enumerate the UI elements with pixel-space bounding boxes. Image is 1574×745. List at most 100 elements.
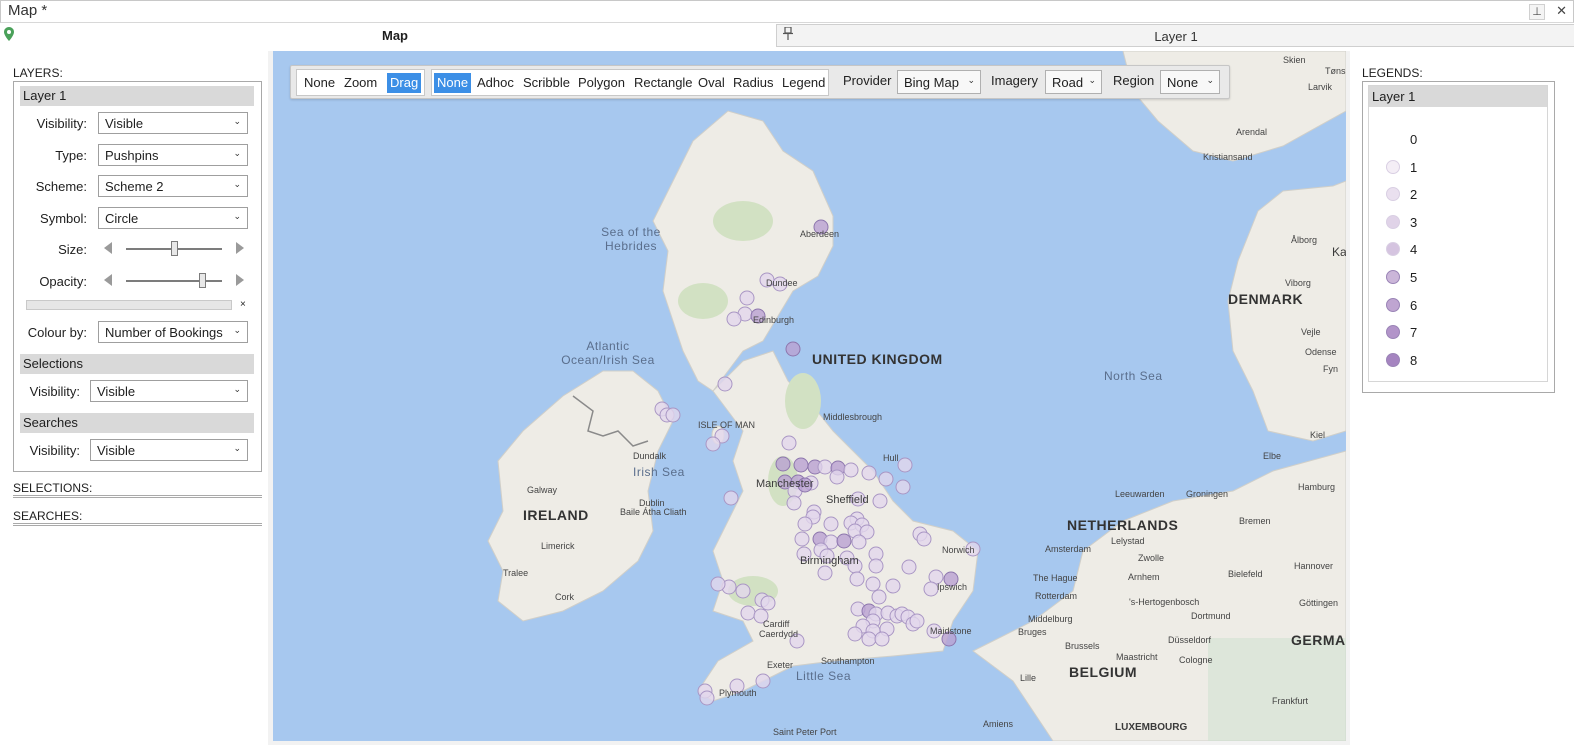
opacity-slider[interactable] bbox=[104, 273, 244, 289]
draw-radius-button[interactable]: Radius bbox=[730, 73, 776, 93]
pushpin-marker[interactable] bbox=[775, 456, 791, 472]
slider-right-arrow-icon[interactable] bbox=[236, 242, 244, 254]
imagery-dropdown[interactable]: Road ⌄ bbox=[1045, 70, 1102, 94]
pushpin-marker[interactable] bbox=[817, 565, 833, 581]
layer-header[interactable]: Layer 1 bbox=[20, 86, 254, 106]
pushpin-marker[interactable] bbox=[871, 589, 887, 605]
pushpin-marker[interactable] bbox=[797, 516, 813, 532]
colour-by-dropdown[interactable]: Number of Bookings ⌄ bbox=[98, 321, 248, 343]
region-dropdown[interactable]: None ⌄ bbox=[1160, 70, 1220, 94]
pushpin-marker[interactable] bbox=[739, 290, 755, 306]
pushpin-marker[interactable] bbox=[726, 311, 742, 327]
layer-symbol-value: Circle bbox=[105, 211, 139, 226]
pushpin-marker[interactable] bbox=[705, 436, 721, 452]
pushpin-marker[interactable] bbox=[781, 435, 797, 451]
selections-visibility-value: Visible bbox=[97, 384, 136, 399]
draw-none-button[interactable]: None bbox=[434, 73, 472, 93]
slider-left-arrow-icon[interactable] bbox=[104, 274, 112, 286]
draw-legend-button[interactable]: Legend bbox=[779, 73, 828, 93]
map-label-the-hague: The Hague bbox=[1033, 573, 1078, 583]
slider-thumb[interactable] bbox=[198, 273, 206, 288]
pushpin-marker[interactable] bbox=[829, 469, 845, 485]
draw-rectangle-button[interactable]: Rectangle bbox=[631, 73, 696, 93]
pushpin-marker[interactable] bbox=[699, 690, 715, 706]
draw-adhoc-button[interactable]: Adhoc bbox=[474, 73, 517, 93]
pushpin-marker[interactable] bbox=[909, 613, 925, 629]
pushpin-marker[interactable] bbox=[823, 516, 839, 532]
legend-item-value: 3 bbox=[1410, 214, 1418, 230]
slider-left-arrow-icon[interactable] bbox=[104, 242, 112, 254]
nav-none-button[interactable]: None bbox=[301, 73, 338, 93]
pushpin-marker[interactable] bbox=[861, 631, 877, 647]
clear-range-button[interactable]: × bbox=[240, 299, 246, 310]
map-label-north-sea: North Sea bbox=[1104, 369, 1163, 383]
pushpin-marker[interactable] bbox=[786, 495, 802, 511]
pushpin-marker[interactable] bbox=[878, 471, 894, 487]
pushpin-marker[interactable] bbox=[710, 576, 726, 592]
pushpin-marker[interactable] bbox=[665, 407, 681, 423]
tab-layer-1[interactable]: Layer 1 bbox=[776, 24, 1574, 47]
legend-item: 5 bbox=[1383, 268, 1483, 288]
layer-symbol-dropdown[interactable]: Circle ⌄ bbox=[98, 207, 248, 229]
close-window-icon[interactable]: ✕ bbox=[1556, 3, 1567, 19]
chevron-down-icon: ⌄ bbox=[233, 384, 241, 394]
searches-group-header[interactable]: Searches bbox=[20, 413, 254, 433]
pushpin-marker[interactable] bbox=[735, 583, 751, 599]
draw-oval-button[interactable]: Oval bbox=[695, 73, 728, 93]
pushpin-marker[interactable] bbox=[872, 493, 888, 509]
legend-item-value: 2 bbox=[1410, 187, 1418, 203]
legend-item-value: 1 bbox=[1410, 159, 1418, 175]
pushpin-marker[interactable] bbox=[849, 571, 865, 587]
pushpin-marker[interactable] bbox=[836, 533, 852, 549]
selections-visibility-dropdown[interactable]: Visible ⌄ bbox=[90, 380, 248, 402]
size-slider[interactable] bbox=[104, 241, 244, 257]
legends-panel: Layer 1 0 1 2 3 4 5 6 7 8 bbox=[1362, 81, 1555, 393]
nav-drag-button[interactable]: Drag bbox=[387, 73, 422, 93]
provider-dropdown[interactable]: Bing Map ⌄ bbox=[897, 70, 981, 94]
draw-scribble-button[interactable]: Scribble bbox=[520, 73, 573, 93]
legend-item-value: 5 bbox=[1410, 270, 1418, 285]
pushpin-marker[interactable] bbox=[897, 457, 913, 473]
pushpin-marker[interactable] bbox=[785, 341, 801, 357]
pushpin-marker[interactable] bbox=[901, 559, 917, 575]
selections-group-header[interactable]: Selections bbox=[20, 354, 254, 374]
pushpin-marker[interactable] bbox=[847, 626, 863, 642]
pushpin-marker[interactable] bbox=[723, 490, 739, 506]
layer-visibility-dropdown[interactable]: Visible ⌄ bbox=[98, 112, 248, 134]
pushpin-marker[interactable] bbox=[868, 558, 884, 574]
legend-layer-header[interactable]: Layer 1 bbox=[1369, 86, 1547, 107]
slider-track[interactable] bbox=[126, 280, 222, 282]
pin-window-icon[interactable]: ⊥ bbox=[1529, 4, 1545, 20]
pushpin-marker[interactable] bbox=[885, 578, 901, 594]
pushpin-marker[interactable] bbox=[851, 534, 867, 550]
searches-title: SEARCHES: bbox=[13, 509, 83, 523]
slider-right-arrow-icon[interactable] bbox=[236, 274, 244, 286]
pushpin-marker[interactable] bbox=[794, 531, 810, 547]
nav-zoom-button[interactable]: Zoom bbox=[341, 73, 380, 93]
pushpin-marker[interactable] bbox=[817, 459, 833, 475]
pushpin-marker[interactable] bbox=[740, 605, 756, 621]
chevron-down-icon: ⌄ bbox=[1206, 75, 1214, 85]
map-label-denmark: DENMARK bbox=[1228, 291, 1304, 307]
pushpin-marker[interactable] bbox=[760, 595, 776, 611]
draw-polygon-button[interactable]: Polygon bbox=[575, 73, 628, 93]
pushpin-marker[interactable] bbox=[843, 462, 859, 478]
tab-map[interactable]: Map bbox=[0, 24, 776, 47]
pushpin-marker[interactable] bbox=[793, 457, 809, 473]
pushpin-marker[interactable] bbox=[717, 376, 733, 392]
pushpin-marker[interactable] bbox=[923, 581, 939, 597]
layer-type-dropdown[interactable]: Pushpins ⌄ bbox=[98, 144, 248, 166]
searches-visibility-dropdown[interactable]: Visible ⌄ bbox=[90, 439, 248, 461]
slider-thumb[interactable] bbox=[170, 241, 178, 256]
pushpin-marker[interactable] bbox=[874, 631, 890, 647]
map-canvas[interactable]: UNITED KINGDOM IRELAND DENMARK NETHERLAN… bbox=[273, 51, 1346, 741]
map-label-ipswich: Ipswich bbox=[937, 582, 968, 592]
map-label-caerdydd: Caerdydd bbox=[759, 629, 799, 639]
pushpin-marker[interactable] bbox=[916, 531, 932, 547]
imagery-label: Imagery bbox=[991, 73, 1038, 88]
pushpin-marker[interactable] bbox=[861, 465, 877, 481]
pushpin-marker[interactable] bbox=[865, 576, 881, 592]
pushpin-marker[interactable] bbox=[895, 479, 911, 495]
layer-scheme-dropdown[interactable]: Scheme 2 ⌄ bbox=[98, 175, 248, 197]
pushpin-marker[interactable] bbox=[755, 673, 771, 689]
